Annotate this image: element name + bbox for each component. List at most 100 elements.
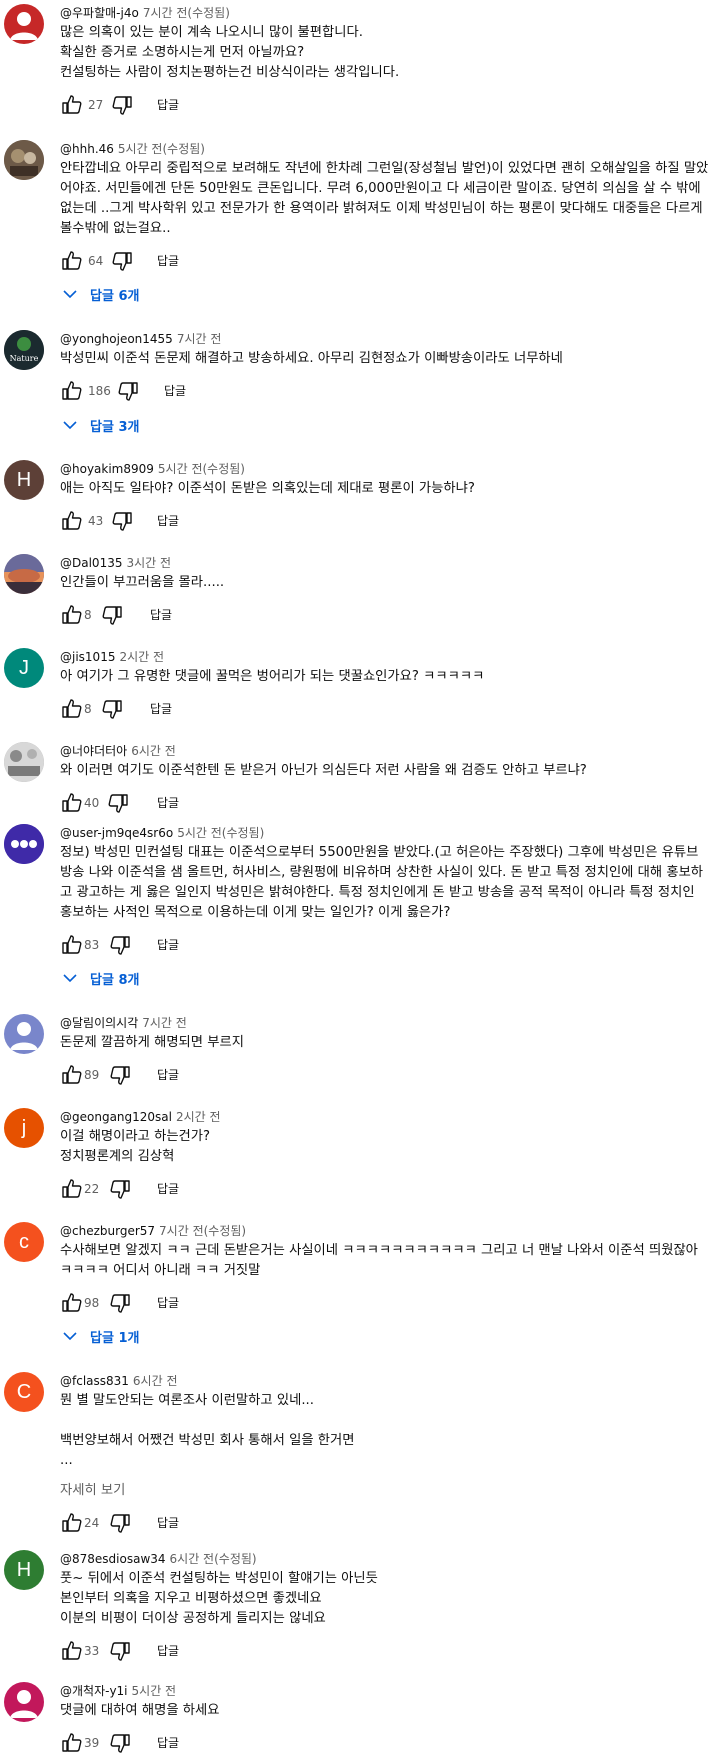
- dislike-icon[interactable]: [108, 1177, 132, 1201]
- avatar[interactable]: j: [4, 1108, 44, 1148]
- like-count: 64: [88, 254, 104, 268]
- comment-author[interactable]: @geongang120sal: [60, 1110, 172, 1124]
- like-icon[interactable]: [60, 93, 84, 117]
- dislike-icon[interactable]: [108, 1291, 132, 1315]
- comment-time[interactable]: 5시간 전: [132, 1684, 177, 1698]
- dislike-icon[interactable]: [100, 697, 124, 721]
- reply-button[interactable]: 답글: [157, 1734, 179, 1752]
- dislike-icon[interactable]: [100, 603, 124, 627]
- comment-author[interactable]: @yonghojeon1455: [60, 332, 173, 346]
- like-icon[interactable]: [60, 1063, 84, 1087]
- reply-button[interactable]: 답글: [157, 96, 179, 114]
- reply-button[interactable]: 답글: [157, 1294, 179, 1312]
- comment-text: 이걸 해명이라고 하는건가? 정치평론계의 김상혁: [60, 1129, 211, 1164]
- view-replies-button[interactable]: 답글 1개: [58, 1320, 139, 1352]
- read-more-button[interactable]: 자세히 보기: [60, 1481, 710, 1501]
- like-count: 33: [84, 1644, 100, 1658]
- view-replies-button[interactable]: 답글 3개: [58, 409, 139, 441]
- comment-time[interactable]: 6시간 전: [131, 744, 176, 758]
- avatar[interactable]: Nature: [4, 330, 44, 370]
- comment-author[interactable]: @너야더터아: [60, 744, 127, 758]
- comment-author[interactable]: @878esdiosaw34: [60, 1552, 166, 1566]
- avatar[interactable]: C: [4, 1372, 44, 1412]
- comment-author[interactable]: @달림이의시각: [60, 1016, 138, 1030]
- dislike-icon[interactable]: [108, 1511, 132, 1535]
- comment-author[interactable]: @user-jm9qe4sr6o: [60, 826, 173, 840]
- like-icon[interactable]: [60, 1731, 84, 1755]
- reply-button[interactable]: 답글: [164, 382, 186, 400]
- dislike-icon[interactable]: [116, 379, 140, 403]
- comment-text: 안타깝네요 아무리 중립적으로 보려해도 작년에 한차례 그런일(장성철님 발언…: [60, 161, 709, 236]
- comment-time[interactable]: 7시간 전: [143, 6, 188, 20]
- comment-time[interactable]: 7시간 전: [159, 1224, 204, 1238]
- edited-label: (수정됨): [202, 462, 245, 476]
- avatar[interactable]: [4, 742, 44, 782]
- like-icon[interactable]: [60, 1639, 84, 1663]
- comment-time[interactable]: 7시간 전: [142, 1016, 187, 1030]
- avatar[interactable]: [4, 554, 44, 594]
- dislike-icon[interactable]: [110, 509, 134, 533]
- like-icon[interactable]: [60, 603, 84, 627]
- reply-button[interactable]: 답글: [157, 1514, 179, 1532]
- comment-time[interactable]: 2시간 전: [176, 1110, 221, 1124]
- avatar[interactable]: [4, 4, 44, 44]
- comment-author[interactable]: @우파할매-j4o: [60, 6, 139, 20]
- comment-author[interactable]: @fclass831: [60, 1374, 129, 1388]
- comment-time[interactable]: 6시간 전: [170, 1552, 215, 1566]
- like-count: 27: [88, 98, 104, 112]
- like-count: 98: [84, 1296, 100, 1310]
- like-icon[interactable]: [60, 1291, 84, 1315]
- reply-button[interactable]: 답글: [150, 700, 172, 718]
- reply-button[interactable]: 답글: [157, 1180, 179, 1198]
- like-icon[interactable]: [60, 509, 84, 533]
- view-replies-button[interactable]: 답글 8개: [58, 962, 139, 994]
- dislike-icon[interactable]: [106, 791, 130, 815]
- comment-text: 돈문제 깔끔하게 해명되면 부르지: [60, 1035, 244, 1050]
- like-icon[interactable]: [60, 697, 84, 721]
- comment-author[interactable]: @Dal0135: [60, 556, 122, 570]
- like-count: 186: [88, 384, 111, 398]
- like-icon[interactable]: [60, 249, 84, 273]
- reply-button[interactable]: 답글: [157, 252, 179, 270]
- reply-button[interactable]: 답글: [157, 936, 179, 954]
- dislike-icon[interactable]: [110, 249, 134, 273]
- avatar[interactable]: [4, 1682, 44, 1722]
- comment-time[interactable]: 7시간 전: [177, 332, 222, 346]
- comment-author[interactable]: @hoyakim8909: [60, 462, 154, 476]
- avatar[interactable]: c: [4, 1222, 44, 1262]
- avatar[interactable]: [4, 1014, 44, 1054]
- dislike-icon[interactable]: [108, 1731, 132, 1755]
- like-count: 83: [84, 938, 100, 952]
- reply-button[interactable]: 답글: [157, 512, 179, 530]
- avatar[interactable]: J: [4, 648, 44, 688]
- comment-time[interactable]: 5시간 전: [177, 826, 222, 840]
- like-icon[interactable]: [60, 933, 84, 957]
- reply-button[interactable]: 답글: [157, 1642, 179, 1660]
- like-icon[interactable]: [60, 1177, 84, 1201]
- comment-author[interactable]: @jis1015: [60, 650, 115, 664]
- avatar[interactable]: H: [4, 1550, 44, 1590]
- avatar[interactable]: [4, 824, 44, 864]
- comment-time[interactable]: 2시간 전: [119, 650, 164, 664]
- chevron-down-icon: [63, 1332, 77, 1341]
- comment-time[interactable]: 5시간 전: [118, 142, 163, 156]
- like-icon[interactable]: [60, 1511, 84, 1535]
- comment-author[interactable]: @hhh.46: [60, 142, 114, 156]
- reply-button[interactable]: 답글: [157, 1066, 179, 1084]
- dislike-icon[interactable]: [108, 1063, 132, 1087]
- comment-time[interactable]: 3시간 전: [126, 556, 171, 570]
- reply-button[interactable]: 답글: [150, 606, 172, 624]
- avatar[interactable]: H: [4, 460, 44, 500]
- view-replies-button[interactable]: 답글 6개: [58, 278, 139, 310]
- like-icon[interactable]: [60, 791, 84, 815]
- comment-author[interactable]: @개척자-y1i: [60, 1684, 128, 1698]
- like-icon[interactable]: [60, 379, 84, 403]
- comment-time[interactable]: 5시간 전: [158, 462, 203, 476]
- dislike-icon[interactable]: [108, 933, 132, 957]
- reply-button[interactable]: 답글: [157, 794, 179, 812]
- avatar[interactable]: [4, 140, 44, 180]
- dislike-icon[interactable]: [110, 93, 134, 117]
- comment-time[interactable]: 6시간 전: [133, 1374, 178, 1388]
- dislike-icon[interactable]: [108, 1639, 132, 1663]
- comment-author[interactable]: @chezburger57: [60, 1224, 155, 1238]
